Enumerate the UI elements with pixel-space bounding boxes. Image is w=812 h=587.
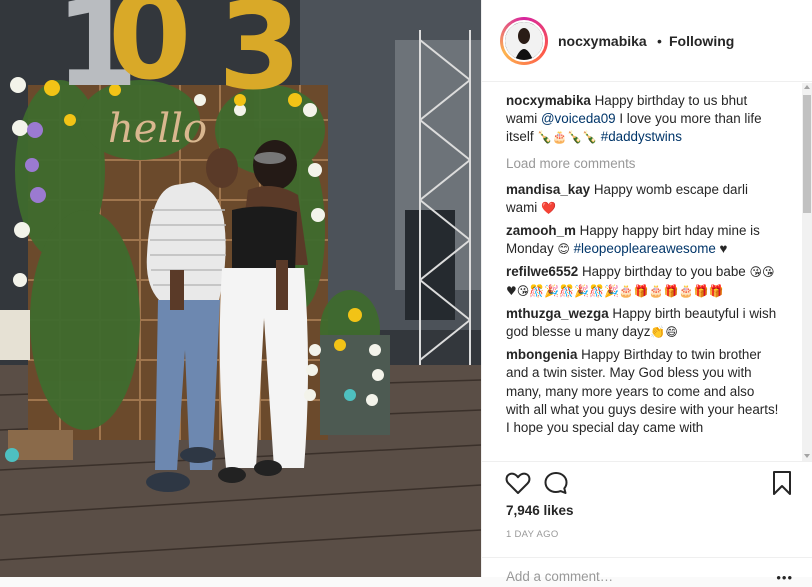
following-button[interactable]: Following [669, 33, 734, 49]
more-options-button[interactable]: ••• [776, 570, 793, 585]
caption-username[interactable]: nocxymabika [506, 93, 591, 108]
comment-item: mbongenia Happy Birthday to twin brother… [506, 346, 781, 437]
header-username[interactable]: nocxymabika [558, 33, 647, 49]
comment-username[interactable]: refilwe6552 [506, 264, 578, 279]
comment-item: refilwe6552 Happy birthday to you babe 😘… [506, 263, 781, 299]
scroll-thumb[interactable] [803, 95, 811, 213]
comment-trail: ♥ [715, 241, 728, 257]
heart-icon[interactable] [504, 469, 532, 497]
comment-icon[interactable] [542, 469, 570, 497]
post-photo[interactable]: 1 0 3 hello [0, 0, 481, 577]
caption-emojis: 🍾🎂🍾🍾 [537, 130, 598, 145]
story-ring[interactable] [500, 17, 548, 65]
comment-username[interactable]: mbongenia [506, 347, 577, 362]
caption: nocxymabika Happy birthday to us bhut wa… [506, 92, 781, 147]
post-date[interactable]: 1 DAY AGO [506, 529, 559, 540]
comment-item: mandisa_kay Happy womb escape darli wami… [506, 181, 781, 217]
comment-hashtag[interactable]: #leopeopleareawesome [574, 241, 716, 256]
load-more-comments-button[interactable]: Load more comments [506, 155, 804, 173]
comment-item: zamooh_m Happy happy birt hday mine is M… [506, 222, 781, 258]
header-separator: • [657, 33, 662, 49]
likes-count[interactable]: 7,946 likes [506, 503, 574, 518]
scroll-down-arrow-icon[interactable] [804, 454, 810, 458]
avatar[interactable] [503, 20, 545, 62]
comment-text: Happy birthday to you babe [578, 264, 750, 280]
smile-emoji: 😊 [557, 242, 570, 257]
post-photo-illustration: 1 0 3 hello [0, 0, 481, 577]
avatar-image [505, 22, 543, 60]
hello-sign-art: hello [108, 106, 207, 152]
post-modal: 1 0 3 hello nocxymabika • Following nocx… [0, 0, 812, 585]
comment-emojis: 👏😄 [650, 325, 678, 340]
comment-username[interactable]: mandisa_kay [506, 182, 590, 197]
svg-text:3: 3 [218, 0, 302, 117]
comments-scrollbar[interactable] [802, 83, 812, 461]
svg-text:0: 0 [108, 0, 192, 107]
heart-emoji: ❤️ [540, 200, 556, 215]
scroll-up-arrow-icon[interactable] [804, 85, 810, 89]
post-details-panel: nocxymabika • Following nocxymabika Happ… [481, 0, 812, 585]
comments-list[interactable]: nocxymabika Happy birthday to us bhut wa… [482, 83, 804, 461]
post-header: nocxymabika • Following [482, 0, 812, 82]
comment-username[interactable]: mthuzga_wezga [506, 306, 609, 321]
caption-hashtag[interactable]: #daddystwins [601, 129, 682, 144]
comment-username[interactable]: zamooh_m [506, 223, 576, 238]
add-comment-bar: Add a comment… ••• [482, 557, 812, 587]
post-actions: 7,946 likes 1 DAY AGO Add a comment… ••• [482, 461, 812, 585]
caption-mention[interactable]: @voiceda09 [541, 111, 616, 126]
comment-item: mthuzga_wezga Happy birth beautyful i wi… [506, 305, 781, 341]
bookmark-icon[interactable] [768, 469, 796, 497]
